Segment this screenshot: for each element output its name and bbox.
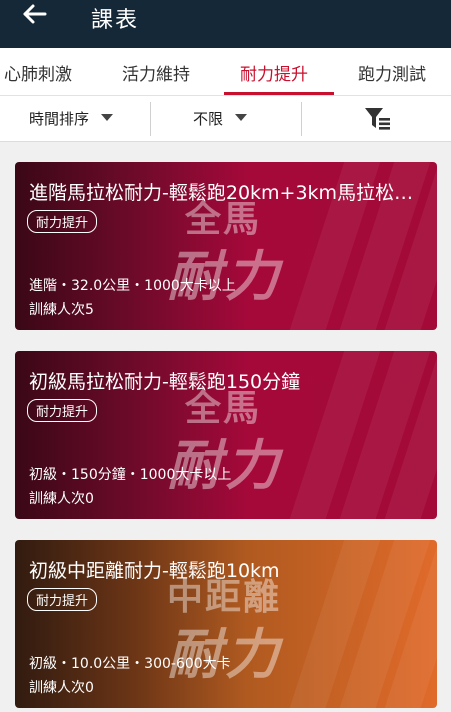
range-dropdown[interactable]: 不限	[193, 108, 248, 129]
card-count: 訓練人次5	[29, 302, 94, 318]
sort-label: 時間排序	[29, 110, 90, 128]
card-title: 初級馬拉松耐力-輕鬆跑150分鐘	[29, 371, 301, 393]
back-arrow-icon[interactable]	[18, 0, 58, 30]
card-title: 初級中距離耐力-輕鬆跑10km	[29, 560, 280, 582]
page-title: 課表	[91, 8, 140, 33]
card-tag: 耐力提升	[27, 588, 98, 611]
card-meta: 初級・150分鐘・1000大卡以上	[29, 467, 232, 483]
sort-dropdown[interactable]: 時間排序	[29, 108, 114, 129]
card-tag: 耐力提升	[27, 399, 98, 422]
divider	[301, 102, 302, 136]
course-card[interactable]: 全馬 耐力 進階馬拉松耐力-輕鬆跑20km+3km馬拉松配速 耐力提升 進階・3…	[15, 162, 437, 330]
course-card[interactable]: 全馬 耐力 初級馬拉松耐力-輕鬆跑150分鐘 耐力提升 初級・150分鐘・100…	[15, 351, 437, 519]
card-meta: 初級・10.0公里・300-600大卡	[29, 656, 231, 672]
course-card[interactable]: 中距離 耐力 初級中距離耐力-輕鬆跑10km 耐力提升 初級・10.0公里・30…	[15, 540, 437, 708]
tab-endurance[interactable]: 耐力提升	[240, 60, 308, 85]
range-label: 不限	[193, 110, 224, 128]
card-watermark-big: 耐力	[167, 623, 283, 686]
card-meta: 進階・32.0公里・1000大卡以上	[29, 278, 236, 294]
card-tag: 耐力提升	[27, 210, 98, 233]
active-tab-indicator	[224, 92, 334, 95]
divider	[150, 102, 151, 136]
tab-vitality[interactable]: 活力維持	[122, 60, 190, 85]
card-count: 訓練人次0	[29, 680, 94, 696]
card-count: 訓練人次0	[29, 491, 94, 507]
tab-running-test[interactable]: 跑力測試	[358, 60, 426, 85]
card-title: 進階馬拉松耐力-輕鬆跑20km+3km馬拉松配速	[29, 182, 429, 204]
card-watermark-big: 耐力	[167, 434, 283, 497]
card-watermark-big: 耐力	[167, 245, 283, 308]
app-bar: 課表	[0, 0, 451, 48]
chevron-down-icon	[101, 114, 114, 121]
category-tabs: 心肺刺激 活力維持 耐力提升 跑力測試	[0, 48, 451, 96]
filter-list-icon[interactable]	[364, 106, 392, 136]
tab-cardio[interactable]: 心肺刺激	[4, 60, 72, 85]
chevron-down-icon	[235, 114, 248, 121]
